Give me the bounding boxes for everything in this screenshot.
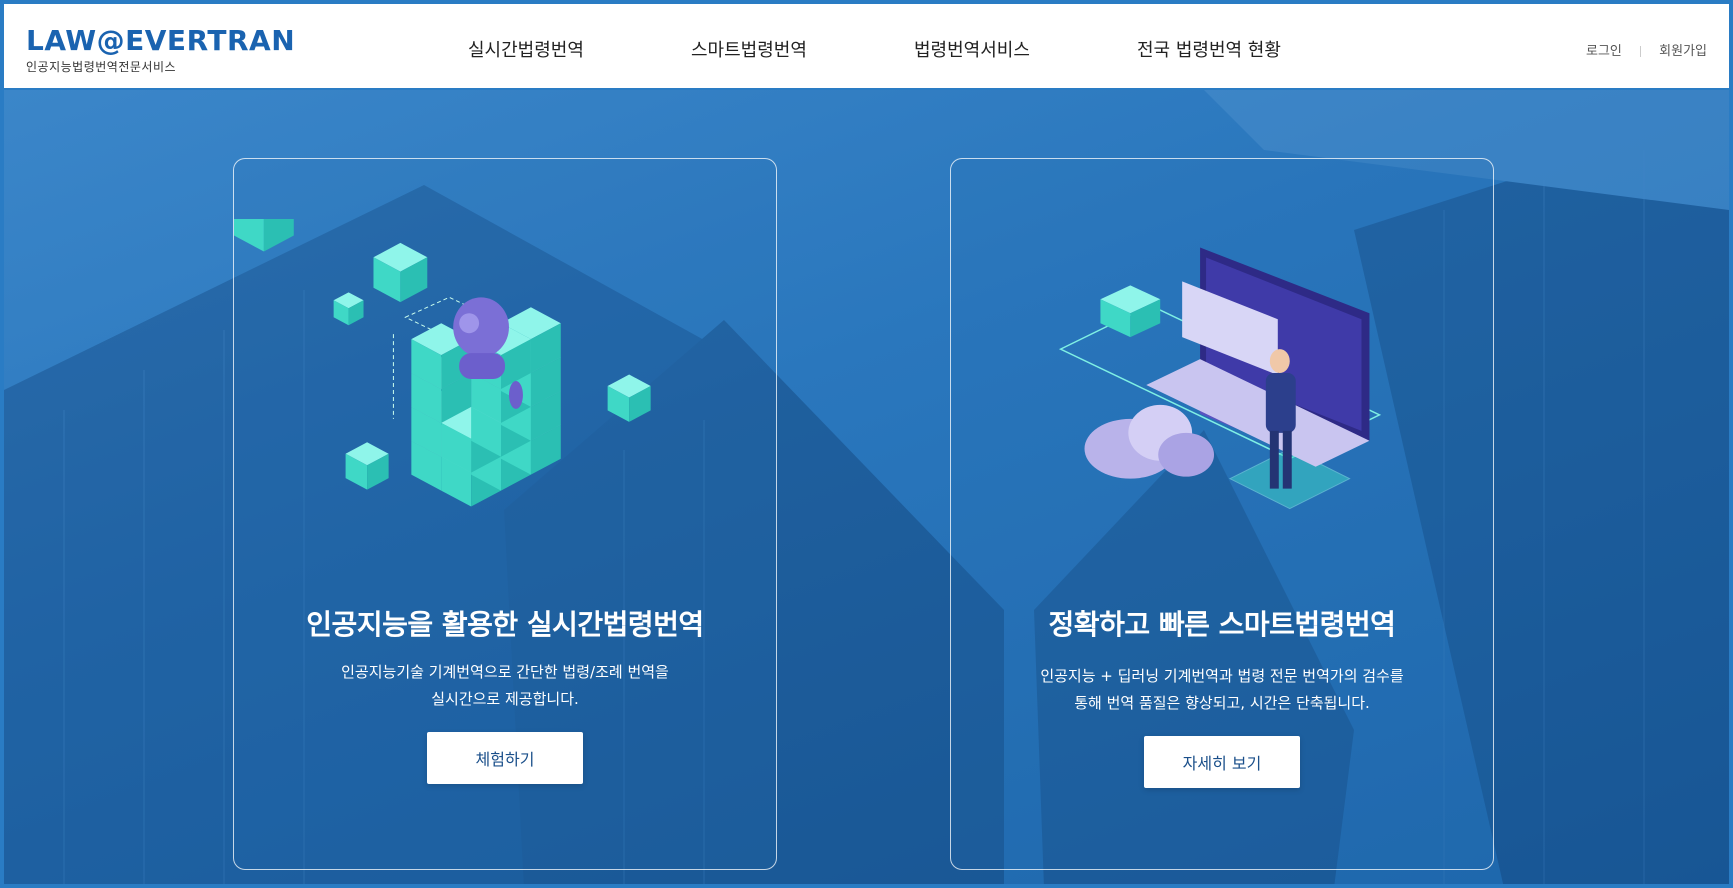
card-desc-line: 인공지능 + 딥러닝 기계번역과 법령 전문 번역가의 검수를 [1040, 667, 1404, 685]
nav-item-translation-service[interactable]: 법령번역서비스 [914, 36, 1030, 62]
card-desc-line: 실시간으로 제공합니다. [431, 690, 579, 708]
feature-card-realtime: 인공지능을 활용한 실시간법령번역 인공지능기술 기계번역으로 간단한 법령/조… [233, 158, 777, 870]
laptop-cloud-businessman-illustration [1058, 247, 1382, 510]
page-frame: LAW@EVERTRAN 인공지능법령번역전문서비스 실시간법령번역 스마트법령… [0, 0, 1733, 888]
card-title: 정확하고 빠른 스마트법령번역 [1048, 608, 1396, 641]
logo-title: LAW@EVERTRAN [26, 24, 296, 57]
utility-links: 로그인 회원가입 [1586, 40, 1707, 59]
login-link[interactable]: 로그인 [1586, 44, 1622, 59]
nav-item-smart-translation[interactable]: 스마트법령번역 [691, 36, 807, 62]
try-button[interactable]: 체험하기 [427, 732, 583, 784]
card-desc-line: 통해 번역 품질은 향상되고, 시간은 단축됩니다. [1074, 694, 1370, 712]
hero-section: 인공지능을 활용한 실시간법령번역 인공지능기술 기계번역으로 간단한 법령/조… [4, 90, 1729, 884]
site-header: LAW@EVERTRAN 인공지능법령번역전문서비스 실시간법령번역 스마트법령… [4, 4, 1729, 90]
feature-card-smart: 정확하고 빠른 스마트법령번역 인공지능 + 딥러닝 기계번역과 법령 전문 번… [950, 158, 1494, 870]
card-description: 인공지능기술 기계번역으로 간단한 법령/조례 번역을 실시간으로 제공합니다. [234, 659, 776, 713]
util-divider [1640, 46, 1642, 57]
view-details-button[interactable]: 자세히 보기 [1144, 736, 1300, 788]
card-title: 인공지능을 활용한 실시간법령번역 [306, 608, 704, 641]
card-desc-line: 인공지능기술 기계번역으로 간단한 법령/조례 번역을 [341, 663, 669, 681]
nav-item-realtime-translation[interactable]: 실시간법령번역 [468, 36, 584, 62]
site-logo[interactable]: LAW@EVERTRAN 인공지능법령번역전문서비스 [26, 26, 295, 75]
ai-robot-cubes-illustration [234, 219, 651, 507]
card-description: 인공지능 + 딥러닝 기계번역과 법령 전문 번역가의 검수를 통해 번역 품질… [951, 663, 1493, 717]
signup-link[interactable]: 회원가입 [1659, 44, 1707, 59]
nav-item-nationwide-status[interactable]: 전국 법령번역 현황 [1137, 36, 1281, 62]
logo-subtitle: 인공지능법령번역전문서비스 [26, 60, 177, 74]
